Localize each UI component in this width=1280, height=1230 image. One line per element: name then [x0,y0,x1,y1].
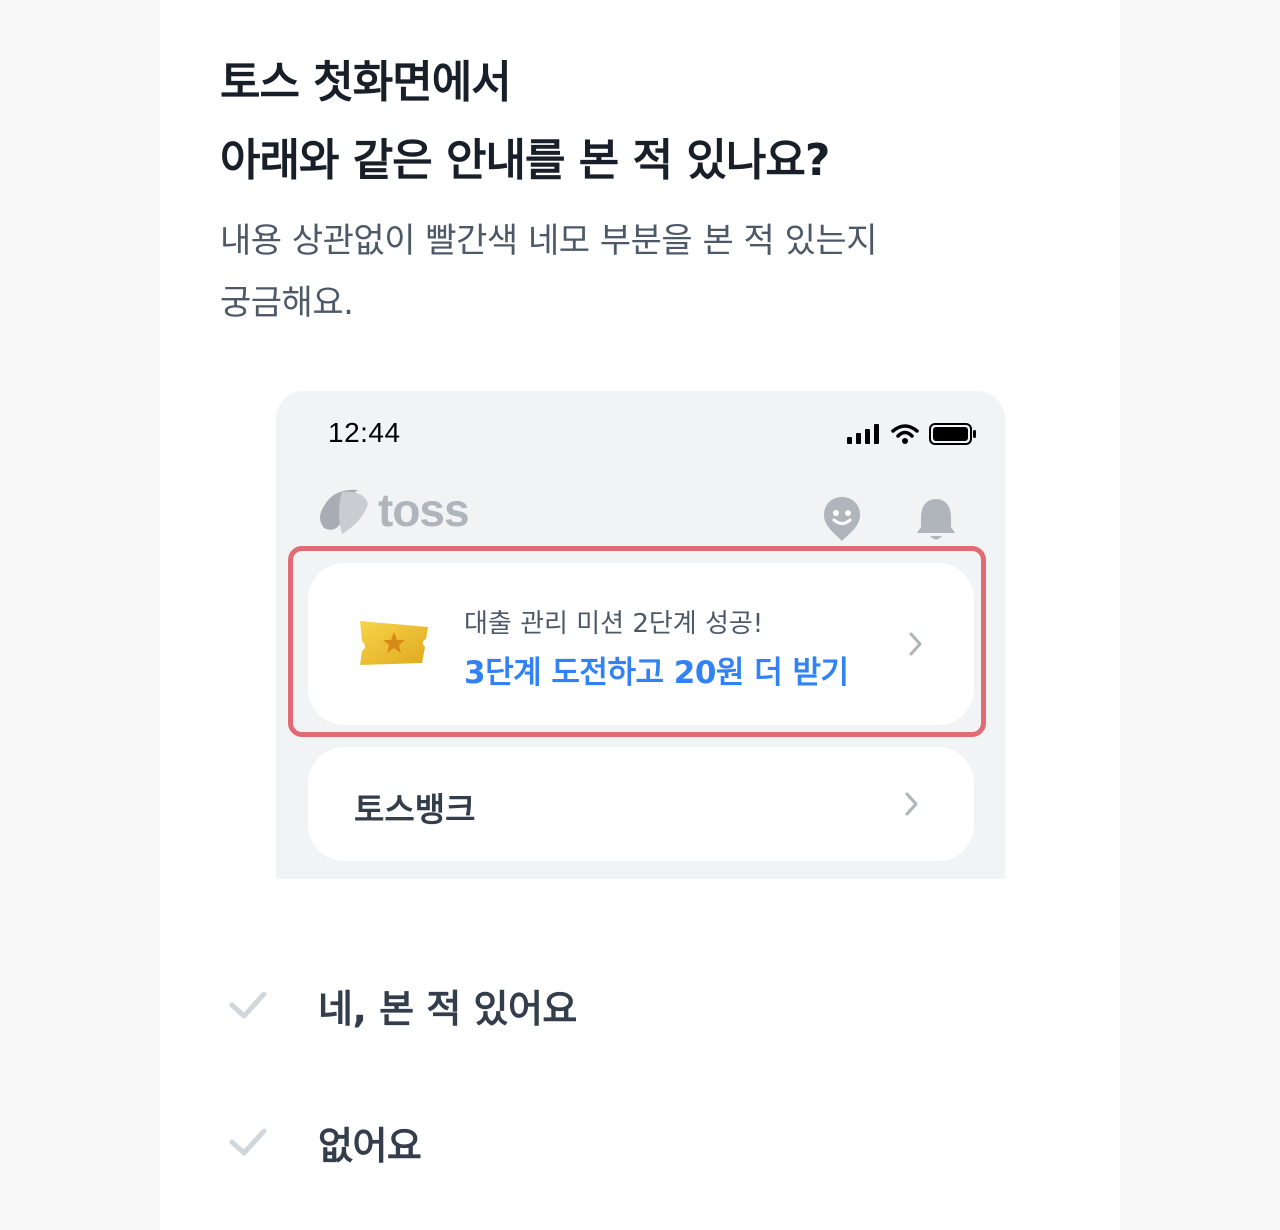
status-icons [847,421,977,447]
question-title-line1: 토스 첫화면에서 [220,57,512,108]
option-no[interactable]: 없어요 [226,1097,1026,1187]
toss-logo-icon [320,489,368,534]
smiley-icon[interactable] [822,495,862,543]
signal-icon [847,424,879,444]
tossbank-label: 토스뱅크 [354,790,476,829]
option-no-label: 없어요 [318,1123,422,1168]
tossbank-card[interactable]: 토스뱅크 [308,747,974,861]
toss-logo-text: toss [378,484,470,536]
battery-icon [929,423,976,445]
option-yes-label: 네, 본 적 있어요 [318,986,577,1031]
chevron-right-icon [905,792,918,816]
question-title-line2: 아래와 같은 안내를 본 적 있나요? [220,135,830,186]
question-title: 토스 첫화면에서 아래와 같은 안내를 본 적 있나요? [220,44,1080,200]
check-icon [229,1128,267,1156]
wifi-icon [891,424,919,444]
status-time: 12:44 [328,417,401,448]
phone-screenshot: 12:44 toss 대출 관리 미션 2단계 성공! 3단계 도전하고 20원… [276,391,1005,879]
question-subtitle: 내용 상관없이 빨간색 네모 부분을 본 적 있는지 궁금해요. [220,210,1080,334]
option-yes[interactable]: 네, 본 적 있어요 [226,960,1026,1050]
survey-page: 토스 첫화면에서 아래와 같은 안내를 본 적 있나요? 내용 상관없이 빨간색… [160,0,1120,1230]
question-subtitle-line1: 내용 상관없이 빨간색 네모 부분을 본 적 있는지 [220,221,877,261]
toss-logo: toss [314,483,470,537]
bell-icon[interactable] [916,495,956,543]
question-subtitle-line2: 궁금해요. [220,283,354,323]
check-icon [229,991,267,1019]
red-highlight-box [288,546,986,737]
